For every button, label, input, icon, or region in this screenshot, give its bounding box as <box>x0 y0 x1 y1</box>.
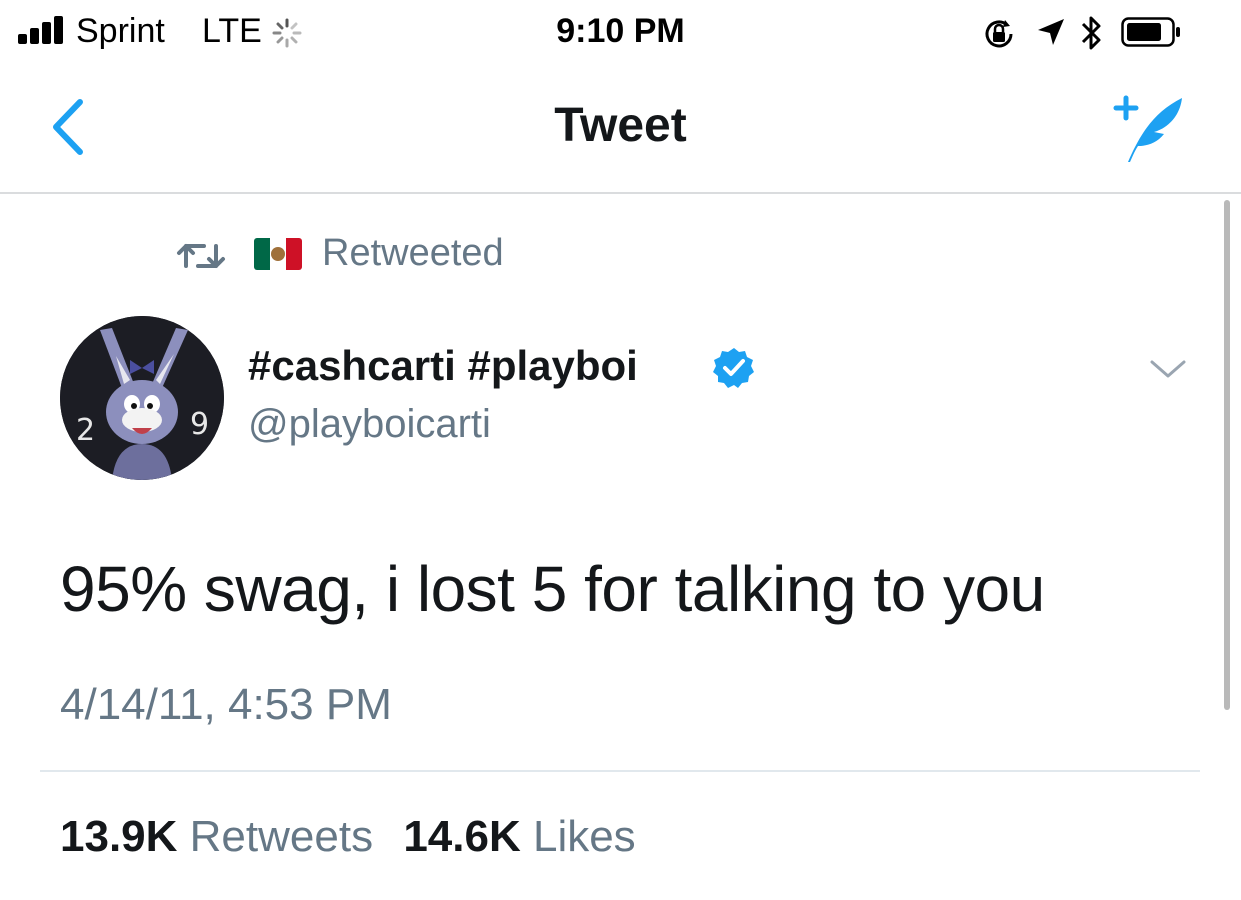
bluetooth-icon <box>1081 16 1101 50</box>
retweets-count: 13.9K <box>60 812 178 861</box>
retweet-icon <box>177 244 225 268</box>
likes-stat[interactable]: 14.6K Likes <box>403 812 635 861</box>
tweet-options-button[interactable] <box>1148 354 1188 384</box>
verified-badge-icon <box>713 348 754 388</box>
tweet-timestamp: 4/14/11, 4:53 PM <box>60 680 392 729</box>
compose-tweet-icon <box>1113 95 1182 162</box>
mexico-flag-icon <box>254 238 302 270</box>
retweets-stat[interactable]: 13.9K Retweets <box>60 812 385 861</box>
battery-icon <box>1121 17 1180 47</box>
author-display-name[interactable]: #cashcarti #playboi <box>248 342 638 390</box>
location-arrow-icon <box>1038 19 1064 45</box>
avatar[interactable]: 2 9 <box>60 316 224 480</box>
author-handle[interactable]: @playboicarti <box>248 402 491 447</box>
navigation-bar: Tweet <box>0 64 1241 194</box>
likes-count: 14.6K <box>403 812 521 861</box>
likes-label: Likes <box>532 812 636 861</box>
retweeted-indicator: Retweeted <box>176 232 776 280</box>
svg-text:9: 9 <box>190 407 209 442</box>
status-bar: Sprint LTE 9:10 PM <box>0 0 1241 64</box>
divider <box>40 770 1200 772</box>
orientation-lock-icon <box>985 20 1013 48</box>
compose-tweet-button[interactable] <box>1102 88 1198 168</box>
page-title: Tweet <box>554 99 687 152</box>
retweeted-label: Retweeted <box>322 232 504 274</box>
tweet-text: 95% swag, i lost 5 for talking to you <box>60 553 1045 625</box>
status-icons <box>981 10 1221 54</box>
scrollbar[interactable] <box>1224 200 1230 710</box>
avatar-image: 2 9 <box>60 316 224 480</box>
svg-text:2: 2 <box>76 413 95 448</box>
retweets-label: Retweets <box>189 812 374 861</box>
tweet-stats: 13.9K Retweets 14.6K Likes <box>60 812 654 862</box>
